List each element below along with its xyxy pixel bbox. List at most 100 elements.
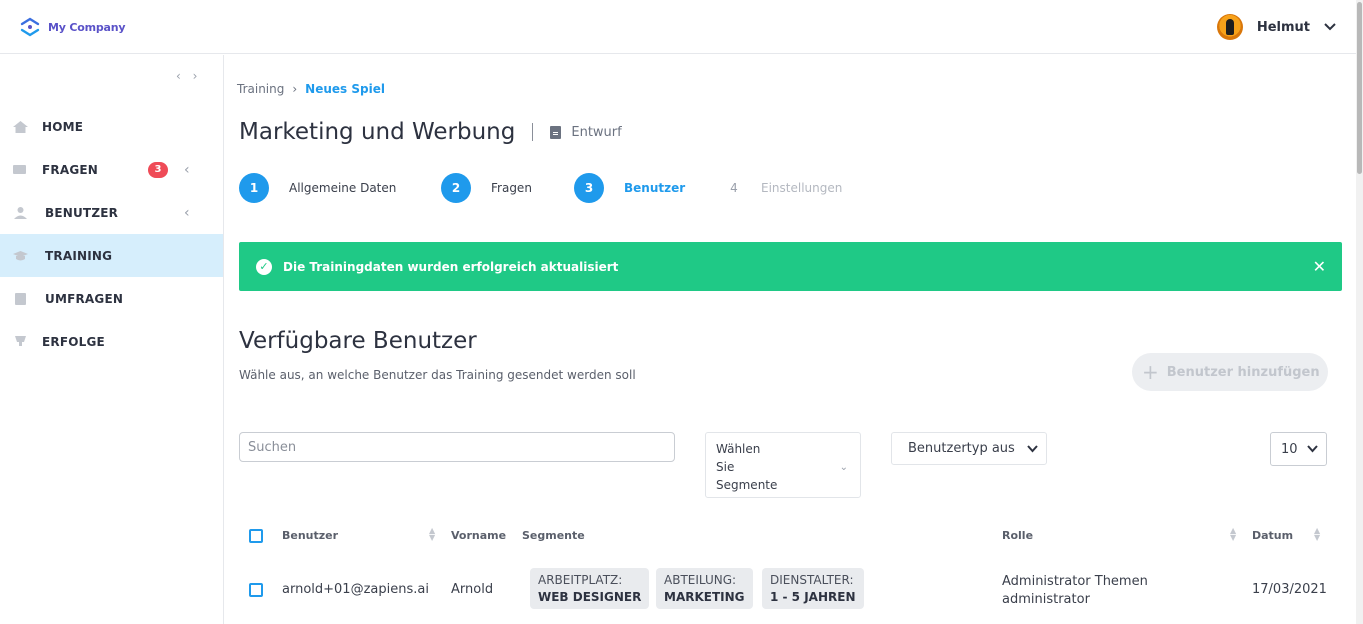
chevron-left-icon[interactable]: ‹ xyxy=(184,205,190,221)
section-subtitle: Wähle aus, an welche Benutzer das Traini… xyxy=(239,368,636,382)
sidebar-collapse-toggle[interactable]: ‹ › xyxy=(176,69,201,83)
page-title: Marketing und Werbung xyxy=(239,119,516,145)
step-2[interactable]: 2 Fragen xyxy=(441,173,532,203)
segment-tag: ARBEITPLATZ: WEB DESIGNER xyxy=(530,568,650,609)
avatar[interactable] xyxy=(1216,14,1243,40)
step-label: Einstellungen xyxy=(761,181,843,195)
sort-icon[interactable]: ▲ ▼ xyxy=(1230,527,1236,542)
sidebar-item-benutzer[interactable]: BENUTZER ‹ xyxy=(0,191,223,234)
title-divider xyxy=(532,123,534,141)
segment-tag-value: WEB DESIGNER xyxy=(538,590,642,604)
step-number: 1 xyxy=(239,173,269,203)
column-header-user[interactable]: Benutzer xyxy=(282,529,338,542)
home-icon xyxy=(13,120,28,133)
breadcrumb-parent[interactable]: Training xyxy=(237,82,284,96)
sidebar-item-home[interactable]: HOME xyxy=(0,105,223,148)
step-label: Fragen xyxy=(491,181,532,195)
chevron-down-icon xyxy=(1307,445,1318,453)
segments-placeholder-line: Sie xyxy=(716,460,735,474)
column-header-firstname[interactable]: Vorname xyxy=(451,529,506,542)
page-size-value: 10 xyxy=(1281,442,1298,457)
sidebar: ‹ › HOME FRAGEN 3 ‹ BENUTZER ‹ TRAINING … xyxy=(0,55,224,624)
sort-icon[interactable]: ▲ ▼ xyxy=(1314,527,1320,542)
segment-tag-key: ABTEILUNG: xyxy=(664,573,737,587)
sidebar-item-label: FRAGEN xyxy=(42,162,99,177)
sort-icon[interactable]: ▲ ▼ xyxy=(429,527,435,542)
company-logo[interactable]: My Company xyxy=(19,16,126,38)
sidebar-item-label: TRAINING xyxy=(45,248,113,263)
segment-tag-value: 1 - 5 JAHREN xyxy=(770,590,856,604)
sidebar-item-label: ERFOLGE xyxy=(42,334,105,349)
trophy-icon xyxy=(15,335,26,346)
segment-tag: ABTEILUNG: MARKETING xyxy=(656,568,753,609)
sidebar-item-label: HOME xyxy=(42,119,84,134)
scrollbar-thumb[interactable] xyxy=(1357,2,1362,174)
success-alert: ✓ Die Trainingdaten wurden erfolgreich a… xyxy=(239,242,1342,291)
breadcrumb-separator-icon: › xyxy=(292,82,298,96)
select-all-checkbox[interactable] xyxy=(249,529,263,543)
close-icon[interactable]: ✕ xyxy=(1313,257,1326,276)
search-input[interactable] xyxy=(239,432,675,462)
step-label: Allgemeine Daten xyxy=(289,181,397,195)
segments-select[interactable]: Wählen Sie Segmente ⌄ xyxy=(705,432,861,498)
user-icon xyxy=(14,206,27,219)
segment-tag-value: MARKETING xyxy=(664,590,745,604)
add-user-label: Benutzer hinzufügen xyxy=(1166,364,1320,380)
column-header-role[interactable]: Rolle xyxy=(1002,529,1033,542)
step-number: 2 xyxy=(441,173,471,203)
sidebar-item-label: BENUTZER xyxy=(45,205,119,220)
user-name[interactable]: Helmut xyxy=(1257,20,1310,35)
chevron-down-icon: ⌄ xyxy=(839,462,848,473)
questions-icon xyxy=(13,164,26,174)
chevron-left-icon[interactable]: ‹ xyxy=(184,162,190,178)
segment-tag-key: ARBEITPLATZ: xyxy=(538,573,623,587)
alert-message: Die Trainingdaten wurden erfolgreich akt… xyxy=(283,259,619,274)
user-email: arnold+01@zapiens.ai xyxy=(282,582,429,597)
survey-icon xyxy=(15,292,26,305)
step-number: 3 xyxy=(574,173,604,203)
user-role-line: administrator xyxy=(1002,592,1090,607)
training-icon xyxy=(13,250,28,260)
step-number: 4 xyxy=(730,181,738,195)
sidebar-item-erfolge[interactable]: ERFOLGE xyxy=(0,320,223,363)
logo-icon xyxy=(20,17,40,37)
sidebar-item-label: UMFRAGEN xyxy=(45,291,124,306)
user-role-line: Administrator Themen xyxy=(1002,574,1148,589)
column-header-segments: Segmente xyxy=(522,529,585,542)
top-bar: My Company Helmut xyxy=(0,0,1356,54)
chevron-down-icon[interactable] xyxy=(1324,23,1336,31)
user-type-select[interactable]: Benutzertyp aus xyxy=(891,432,1047,465)
user-firstname: Arnold xyxy=(451,582,494,597)
row-checkbox[interactable] xyxy=(249,583,263,597)
user-type-value: Benutzertyp aus xyxy=(908,441,1015,456)
company-name: My Company xyxy=(48,20,126,34)
step-label: Benutzer xyxy=(624,181,686,195)
step-4[interactable]: 4 Einstellungen xyxy=(727,173,842,203)
step-1[interactable]: 1 Allgemeine Daten xyxy=(239,173,396,203)
section-title: Verfügbare Benutzer xyxy=(239,328,477,354)
user-role: Administrator Themen administrator xyxy=(1002,573,1148,609)
add-user-button[interactable]: + Benutzer hinzufügen xyxy=(1132,353,1328,391)
user-menu[interactable]: Helmut xyxy=(1216,14,1336,40)
segment-tag: DIENSTALTER: 1 - 5 JAHREN xyxy=(762,568,864,609)
sidebar-item-training[interactable]: TRAINING xyxy=(0,234,223,277)
segment-tag-key: DIENSTALTER: xyxy=(770,573,854,587)
plus-icon: + xyxy=(1142,360,1159,384)
sidebar-item-umfragen[interactable]: UMFRAGEN xyxy=(0,277,223,320)
document-icon xyxy=(550,125,562,139)
page-scrollbar[interactable] xyxy=(1356,0,1363,624)
segments-placeholder-line: Wählen xyxy=(716,442,761,456)
check-circle-icon: ✓ xyxy=(256,258,272,275)
breadcrumb: Training › Neues Spiel xyxy=(237,82,385,96)
breadcrumb-current: Neues Spiel xyxy=(305,82,385,96)
step-3[interactable]: 3 Benutzer xyxy=(574,173,685,203)
title-row: Marketing und Werbung Entwurf xyxy=(239,119,622,145)
status-text: Entwurf xyxy=(571,124,622,140)
column-header-date[interactable]: Datum xyxy=(1252,529,1293,542)
status-badge: Entwurf xyxy=(550,124,622,140)
user-date: 17/03/2021 xyxy=(1252,582,1327,597)
main-content: Training › Neues Spiel Marketing und Wer… xyxy=(224,55,1356,624)
page-size-select[interactable]: 10 xyxy=(1270,432,1327,466)
chevron-down-icon xyxy=(1027,445,1038,453)
sidebar-item-fragen[interactable]: FRAGEN 3 ‹ xyxy=(0,148,223,191)
